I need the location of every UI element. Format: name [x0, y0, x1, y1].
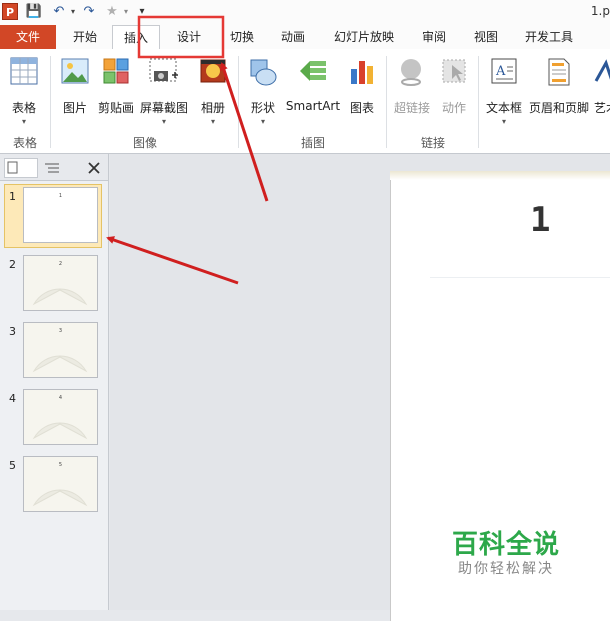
arrow-to-design-tab	[220, 62, 269, 202]
annotation-overlay	[106, 15, 269, 285]
arrow-to-first-slide	[106, 236, 239, 285]
design-tab-highlight-box	[137, 15, 225, 59]
